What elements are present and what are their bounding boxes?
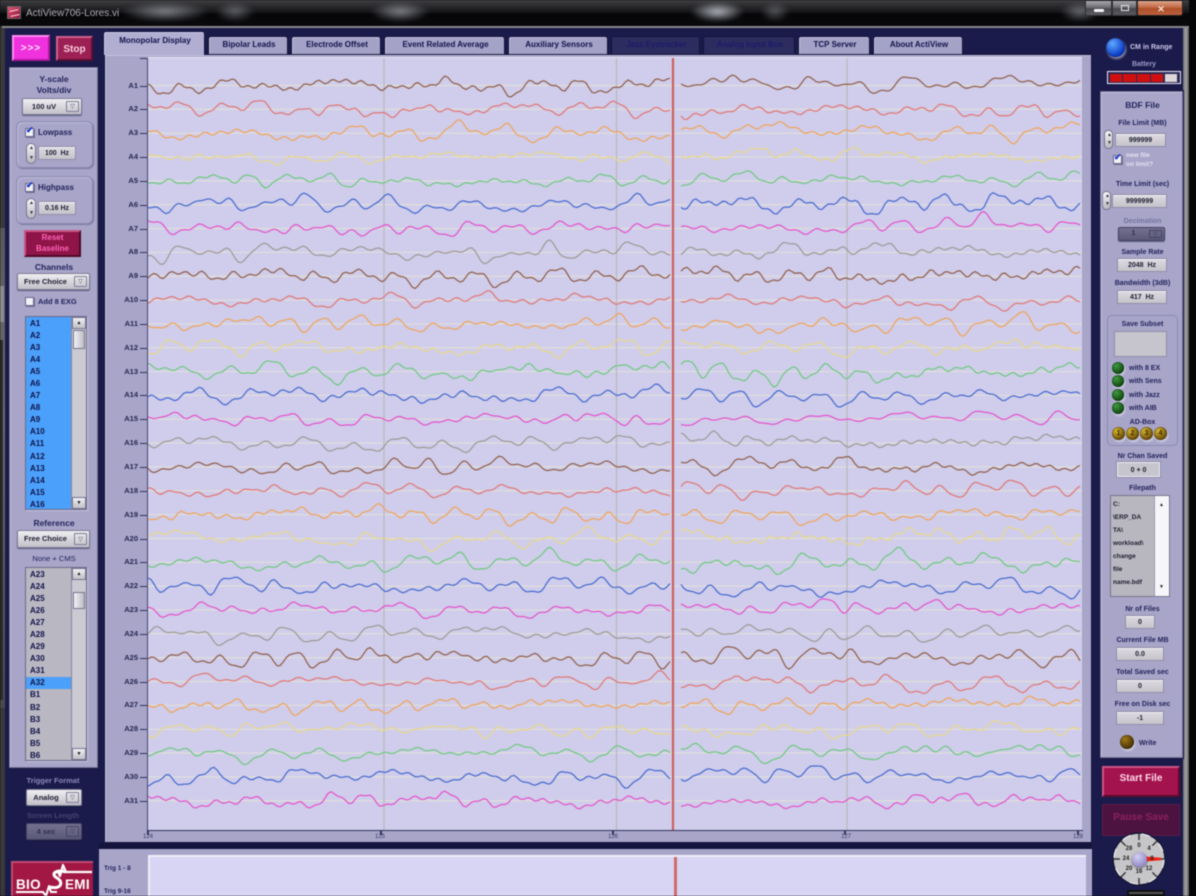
svg-text:BIO: BIO (16, 877, 41, 892)
svg-text:EMI: EMI (65, 877, 90, 892)
